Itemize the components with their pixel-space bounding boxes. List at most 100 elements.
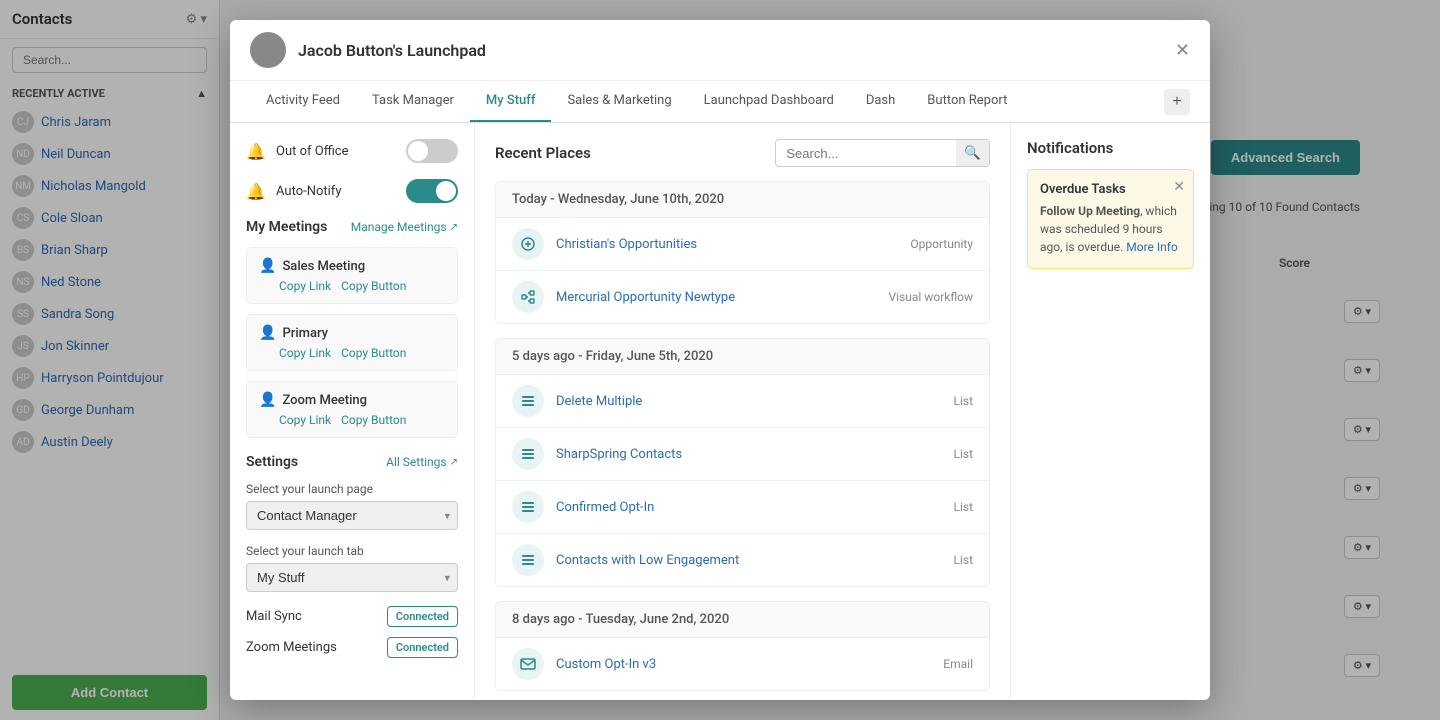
date-header-5days: 5 days ago - Friday, June 5th, 2020 — [496, 339, 989, 375]
date-group-5days: 5 days ago - Friday, June 5th, 2020 Dele… — [495, 338, 990, 587]
place-name: SharpSpring Contacts — [556, 447, 954, 462]
tab-activity-feed[interactable]: Activity Feed — [250, 81, 356, 122]
place-type: Email — [943, 657, 973, 671]
tab-my-stuff[interactable]: My Stuff — [470, 81, 552, 122]
auto-notify-toggle[interactable]: On — [406, 179, 458, 203]
external-link-icon: ↗ — [450, 457, 458, 468]
primary-meeting-links: Copy Link Copy Button — [259, 346, 445, 360]
zoom-meeting-links: Copy Link Copy Button — [259, 413, 445, 427]
modal-title: Jacob Button's Launchpad — [298, 41, 486, 60]
list-item[interactable]: Contacts with Low Engagement List — [496, 534, 989, 586]
office-icon: 🔔 — [246, 142, 266, 161]
list-item[interactable]: Custom Opt-In v3 Email — [496, 638, 989, 690]
list-icon — [512, 438, 544, 470]
tab-sales-marketing[interactable]: Sales & Marketing — [551, 81, 687, 122]
primary-copy-button[interactable]: Copy Button — [341, 346, 406, 360]
recent-places-header: Recent Places 🔍 — [495, 139, 990, 167]
tab-button-report[interactable]: Button Report — [911, 81, 1023, 122]
person-icon: 👤 — [259, 392, 276, 408]
auto-notify-label: Auto-Notify — [276, 184, 396, 199]
sales-copy-link[interactable]: Copy Link — [279, 279, 331, 293]
opportunity-icon — [512, 228, 544, 260]
tab-dash[interactable]: Dash — [850, 81, 911, 122]
external-link-icon: ↗ — [450, 222, 458, 233]
launch-tab-select[interactable]: My Stuff — [246, 563, 458, 592]
sales-copy-button[interactable]: Copy Button — [341, 279, 406, 293]
notification-more-info-link[interactable]: More Info — [1126, 240, 1178, 254]
list-icon — [512, 491, 544, 523]
place-type: List — [954, 447, 974, 461]
place-name: Mercurial Opportunity Newtype — [556, 290, 889, 305]
meeting-card-zoom: 👤 Zoom Meeting Copy Link Copy Button — [246, 381, 458, 438]
list-item[interactable]: Delete Multiple List — [496, 375, 989, 428]
user-avatar — [250, 32, 286, 68]
add-tab-button[interactable]: + — [1164, 89, 1190, 115]
email-icon — [512, 648, 544, 680]
notifications-title: Notifications — [1027, 139, 1194, 157]
toggle-off[interactable]: Off — [406, 139, 458, 163]
notification-card: ✕ Overdue Tasks Follow Up Meeting, which… — [1027, 169, 1194, 269]
zoom-meeting-name: 👤 Zoom Meeting — [259, 392, 445, 408]
primary-copy-link[interactable]: Copy Link — [279, 346, 331, 360]
launch-page-select-wrapper: Contact Manager ▾ — [246, 501, 458, 530]
launch-tab-label: Select your launch tab — [246, 544, 458, 558]
workflow-icon — [512, 281, 544, 313]
close-button[interactable]: ✕ — [1175, 40, 1190, 61]
modal-overlay: Jacob Button's Launchpad ✕ Activity Feed… — [0, 0, 1440, 720]
out-of-office-row: 🔔 Out of Office Off — [246, 139, 458, 163]
list-icon — [512, 385, 544, 417]
list-item[interactable]: Mercurial Opportunity Newtype Visual wor… — [496, 271, 989, 323]
sales-meeting-links: Copy Link Copy Button — [259, 279, 445, 293]
recent-places-title: Recent Places — [495, 144, 591, 162]
tab-task-manager[interactable]: Task Manager — [356, 81, 470, 122]
place-type: List — [954, 553, 974, 567]
out-of-office-toggle[interactable]: Off — [406, 139, 458, 163]
notification-close-button[interactable]: ✕ — [1173, 178, 1185, 195]
tab-launchpad-dashboard[interactable]: Launchpad Dashboard — [688, 81, 850, 122]
modal-header: Jacob Button's Launchpad ✕ — [230, 20, 1210, 81]
modal-body: 🔔 Out of Office Off 🔔 Auto-Notify — [230, 123, 1210, 700]
recent-search-button[interactable]: 🔍 — [956, 140, 989, 166]
place-name: Christian's Opportunities — [556, 237, 910, 252]
meeting-card-primary: 👤 Primary Copy Link Copy Button — [246, 314, 458, 371]
place-name: Contacts with Low Engagement — [556, 553, 954, 568]
center-panel: Recent Places 🔍 Today - Wednesday, June … — [475, 123, 1010, 700]
recent-search-input[interactable] — [776, 141, 956, 166]
list-item[interactable]: Christian's Opportunities Opportunity — [496, 218, 989, 271]
launch-page-label: Select your launch page — [246, 482, 458, 496]
place-name: Delete Multiple — [556, 394, 954, 409]
date-header-today: Today - Wednesday, June 10th, 2020 — [496, 182, 989, 218]
place-type: List — [954, 500, 974, 514]
left-panel: 🔔 Out of Office Off 🔔 Auto-Notify — [230, 123, 475, 700]
list-item[interactable]: Confirmed Opt-In List — [496, 481, 989, 534]
primary-meeting-name: 👤 Primary — [259, 325, 445, 341]
zoom-copy-link[interactable]: Copy Link — [279, 413, 331, 427]
meeting-card-sales: 👤 Sales Meeting Copy Link Copy Button — [246, 247, 458, 304]
modal-tabs: Activity Feed Task Manager My Stuff Sale… — [230, 81, 1210, 123]
notification-bold-text: Follow Up Meeting — [1040, 204, 1140, 218]
settings-header: Settings All Settings ↗ — [246, 454, 458, 470]
launch-page-select[interactable]: Contact Manager — [246, 501, 458, 530]
all-settings-link[interactable]: All Settings ↗ — [386, 455, 458, 469]
my-meetings-header: My Meetings Manage Meetings ↗ — [246, 219, 458, 235]
zoom-meetings-status: Connected — [387, 637, 458, 658]
place-name: Custom Opt-In v3 — [556, 657, 943, 672]
list-icon — [512, 544, 544, 576]
place-type: Opportunity — [910, 237, 973, 251]
launchpad-modal: Jacob Button's Launchpad ✕ Activity Feed… — [230, 20, 1210, 700]
notification-title: Overdue Tasks — [1040, 182, 1181, 197]
notification-body: Follow Up Meeting, which was scheduled 9… — [1040, 202, 1181, 256]
sales-meeting-name: 👤 Sales Meeting — [259, 258, 445, 274]
person-icon: 👤 — [259, 325, 276, 341]
manage-meetings-link[interactable]: Manage Meetings ↗ — [351, 220, 458, 234]
my-meetings-title: My Meetings — [246, 219, 327, 235]
zoom-copy-button[interactable]: Copy Button — [341, 413, 406, 427]
person-icon: 👤 — [259, 258, 276, 274]
place-type: Visual workflow — [889, 290, 973, 304]
list-item[interactable]: SharpSpring Contacts List — [496, 428, 989, 481]
toggle-on[interactable]: On — [406, 179, 458, 203]
zoom-meetings-label: Zoom Meetings — [246, 640, 337, 655]
mail-sync-status: Connected — [387, 606, 458, 627]
date-group-today: Today - Wednesday, June 10th, 2020 Chris… — [495, 181, 990, 324]
date-header-8days: 8 days ago - Tuesday, June 2nd, 2020 — [496, 602, 989, 638]
